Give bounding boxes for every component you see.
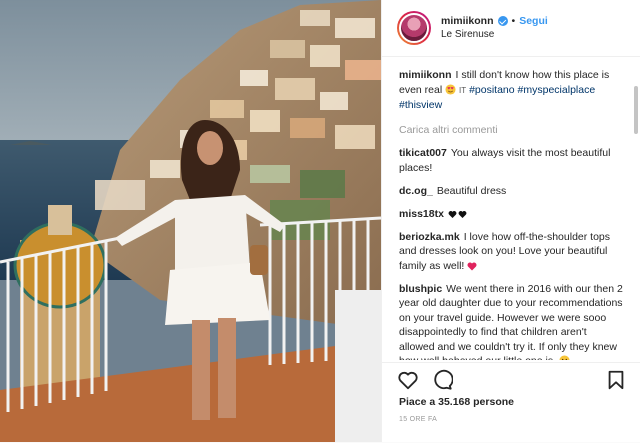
bookmark-icon[interactable] [605,369,627,391]
comment-item: dc.og_ Beautiful dress [399,184,624,199]
comment-icon[interactable] [431,369,453,391]
comment-item: tikicat007 You always visit the most beau… [399,146,624,175]
post-timestamp: 15 ORE FA [399,416,438,423]
load-more-comments-link[interactable]: Carica altri commenti [399,123,624,138]
header-row: mimiikonn • Segui [441,14,548,28]
actions-bar: Piace a 35.168 persone 15 ORE FA [382,362,640,443]
hashtag-thisview[interactable]: #thisview [399,99,442,111]
header-username[interactable]: mimiikonn [441,14,494,28]
comment-text: Beautiful dress [436,184,507,197]
positano-photo-illustration [0,0,381,442]
avatar-image [399,13,429,43]
avatar[interactable] [397,11,431,45]
comment-username[interactable]: dc.og_ [399,185,433,197]
comment-username[interactable]: tikicat007 [399,147,447,159]
likes-count[interactable]: Piace a 35.168 persone [399,396,514,408]
heart-eyes-emoji-icon [445,83,456,95]
heart-outline-icon[interactable] [397,369,419,391]
comment-item: blushpic We went there in 2016 with our t… [399,282,624,360]
black-hearts-icon [448,210,467,218]
follow-button[interactable]: Segui [519,14,548,28]
hashtag-positano[interactable]: #positano [469,84,515,96]
location-link[interactable]: Le Sirenuse [441,28,548,42]
separator-dot: • [511,15,516,27]
comment-username[interactable]: blushpic [399,283,442,295]
post-side-panel: mimiikonn • Segui Le Sirenuse mimiikonn I… [381,0,640,442]
post-photo[interactable] [0,0,381,442]
caption-username[interactable]: mimiikonn [399,69,452,81]
comments-list[interactable]: mimiikonn I still don't know how this pla… [399,68,624,360]
red-heart-icon [467,262,477,270]
header-text: mimiikonn • Segui Le Sirenuse [441,14,548,42]
post-header: mimiikonn • Segui Le Sirenuse [382,0,640,57]
caption: mimiikonn I still don't know how this pla… [399,68,624,113]
instagram-post: mimiikonn • Segui Le Sirenuse mimiikonn I… [0,0,640,442]
comment-username[interactable]: beriozka.mk [399,231,460,243]
flag-it-icon: IT [459,85,467,95]
comment-item: miss18tx [399,207,624,222]
comments-scrollbar[interactable] [634,86,638,134]
verified-badge-icon [497,16,508,26]
comment-item: beriozka.mk I love how off-the-shoulder t… [399,230,624,274]
comment-username[interactable]: miss18tx [399,208,444,220]
action-icons [397,369,453,391]
hashtag-myspecialplace[interactable]: #myspecialplace [518,84,596,96]
smiling-emoji-icon [559,355,570,360]
